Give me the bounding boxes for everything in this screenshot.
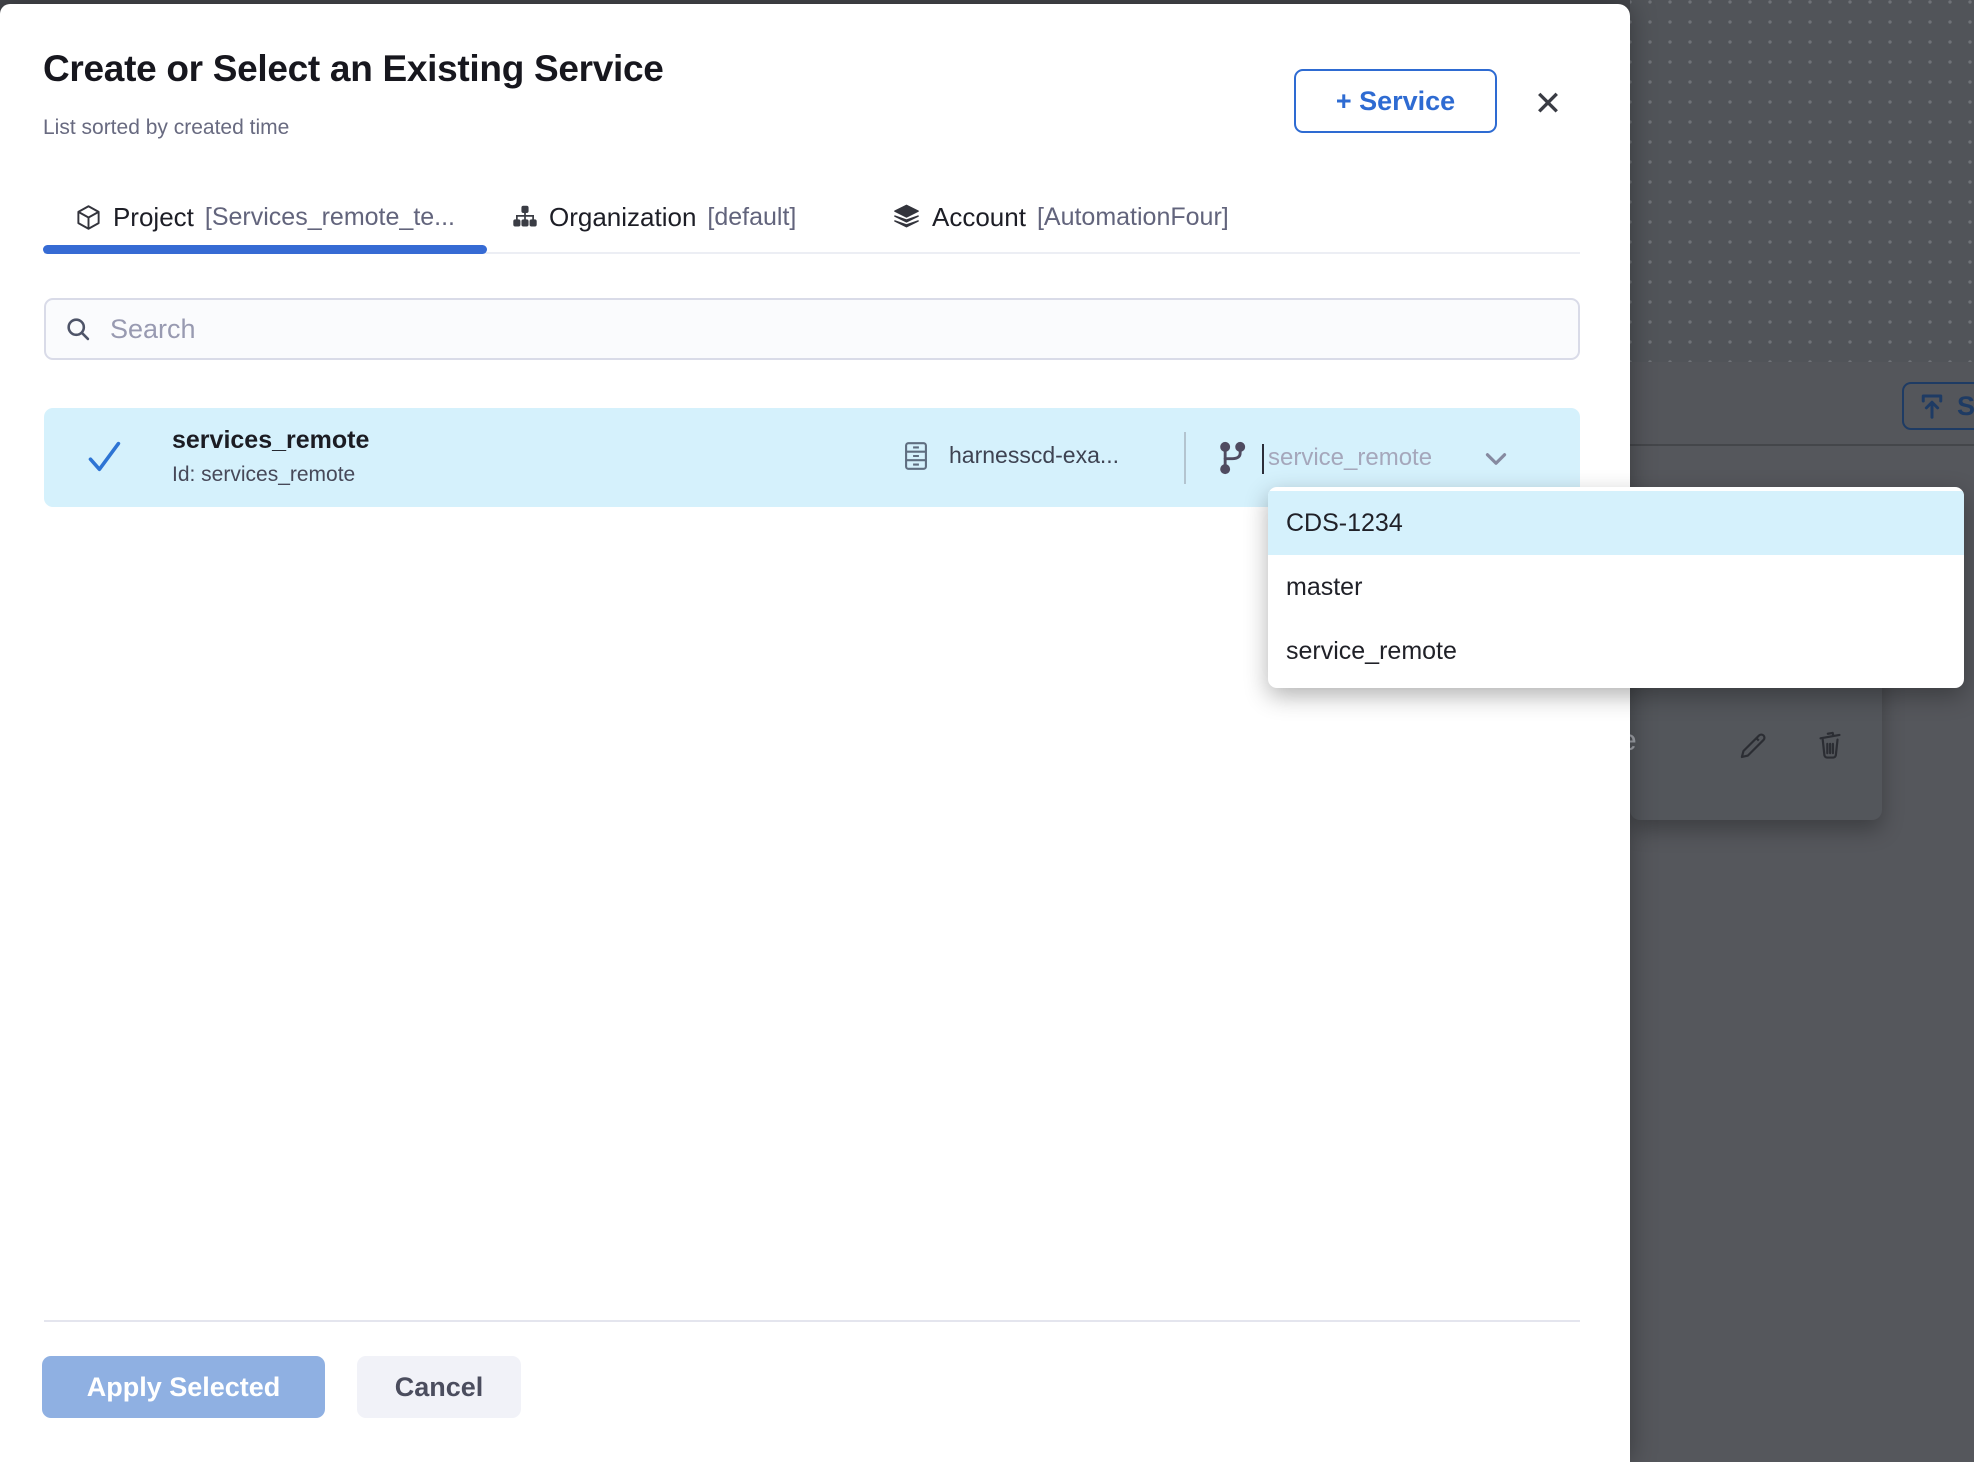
search-icon <box>64 315 92 343</box>
cancel-button[interactable]: Cancel <box>357 1356 521 1418</box>
footer-divider <box>44 1320 1580 1322</box>
tab-project-label: Project <box>113 202 194 233</box>
tab-organization-scope: [default] <box>707 203 796 232</box>
save-button: S <box>1902 382 1974 430</box>
tab-account-scope: [AutomationFour] <box>1037 203 1229 232</box>
pipeline-canvas-dotted <box>1630 0 1974 362</box>
new-service-label: + Service <box>1336 86 1455 117</box>
delete-trash-icon <box>1813 725 1847 759</box>
chevron-down-icon[interactable] <box>1485 451 1507 467</box>
tab-project-scope: [Services_remote_te... <box>205 203 455 232</box>
apply-selected-label: Apply Selected <box>87 1372 281 1402</box>
apply-selected-button[interactable]: Apply Selected <box>42 1356 325 1418</box>
new-service-button[interactable]: + Service <box>1294 69 1497 133</box>
modal-subtitle: List sorted by created time <box>43 116 289 140</box>
text-caret <box>1262 444 1264 474</box>
branch-option-cds-1234[interactable]: CDS-1234 <box>1268 491 1964 555</box>
close-icon: ✕ <box>1534 84 1563 124</box>
edit-pencil-icon <box>1734 726 1768 760</box>
branch-dropdown: CDS-1234 master service_remote <box>1268 487 1964 688</box>
screen: S e Create or Select an Existing Service… <box>0 0 1974 1462</box>
branch-option-master[interactable]: master <box>1268 555 1964 619</box>
search-input[interactable] <box>110 314 1578 345</box>
branch-option-service-remote[interactable]: service_remote <box>1268 619 1964 683</box>
upload-icon <box>1917 391 1947 421</box>
cube-icon <box>75 203 102 232</box>
service-name: services_remote <box>172 426 369 455</box>
tab-organization[interactable]: Organization [default] <box>512 188 796 246</box>
service-id: Id: services_remote <box>172 463 355 487</box>
close-button[interactable]: ✕ <box>1524 80 1572 128</box>
tab-account[interactable]: Account [AutomationFour] <box>892 188 1229 246</box>
dimmed-background: S e <box>1630 0 1974 1462</box>
tab-account-label: Account <box>932 202 1026 233</box>
save-button-label: S <box>1957 391 1974 422</box>
git-branch-icon <box>1217 441 1249 475</box>
active-tab-underline <box>43 245 487 254</box>
tab-project[interactable]: Project [Services_remote_te... <box>43 188 487 246</box>
modal-title: Create or Select an Existing Service <box>43 48 664 90</box>
selected-check-icon <box>86 439 124 475</box>
repository-name: harnesscd-exa... <box>949 442 1119 469</box>
branch-input[interactable]: service_remote <box>1268 444 1478 472</box>
vertical-divider <box>1184 432 1186 484</box>
service-select-modal: Create or Select an Existing Service Lis… <box>0 4 1630 1462</box>
repository-icon <box>902 440 930 472</box>
search-box <box>44 298 1580 360</box>
layers-icon <box>892 203 921 231</box>
canvas-toolbar: S <box>1630 362 1974 446</box>
org-hierarchy-icon <box>512 204 538 231</box>
cancel-label: Cancel <box>395 1372 484 1402</box>
tab-organization-label: Organization <box>549 202 696 233</box>
